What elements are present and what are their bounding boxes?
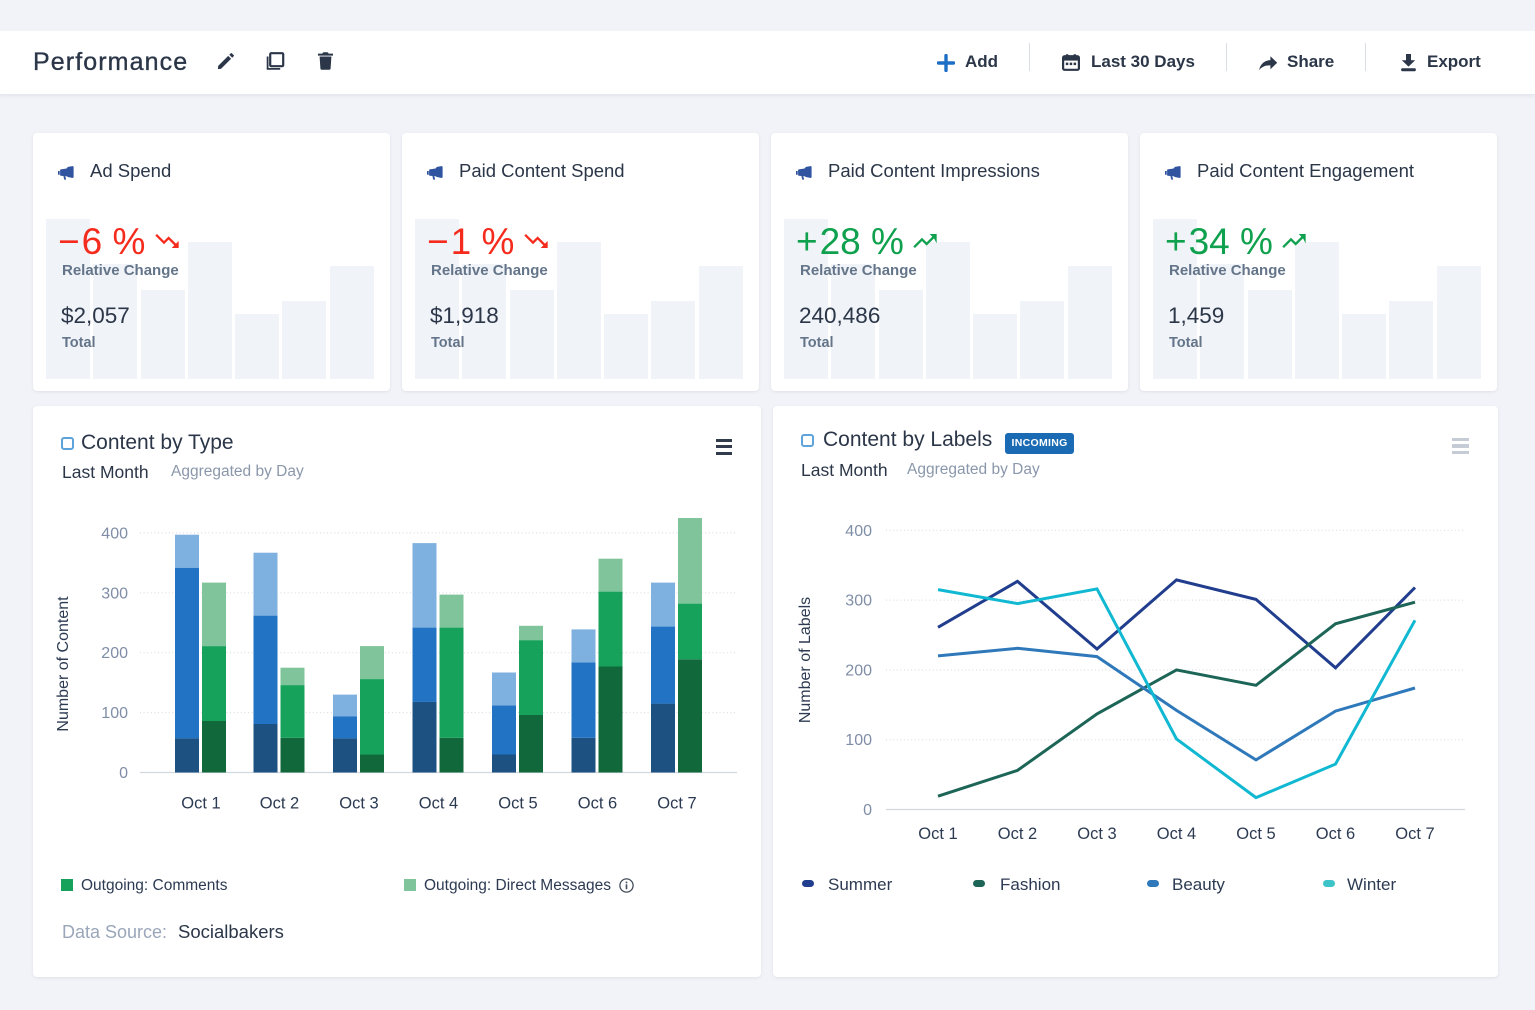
svg-text:Oct 7: Oct 7 bbox=[1395, 825, 1434, 843]
svg-text:Number of Labels: Number of Labels bbox=[797, 597, 814, 723]
svg-text:Oct 3: Oct 3 bbox=[1077, 825, 1116, 843]
svg-text:Oct 4: Oct 4 bbox=[1157, 825, 1196, 843]
svg-text:200: 200 bbox=[845, 662, 872, 679]
svg-text:Oct 5: Oct 5 bbox=[498, 795, 537, 813]
svg-text:300: 300 bbox=[845, 593, 872, 610]
svg-text:Oct 6: Oct 6 bbox=[1316, 825, 1355, 843]
svg-text:Oct 1: Oct 1 bbox=[918, 825, 957, 843]
svg-text:100: 100 bbox=[101, 705, 128, 722]
svg-text:100: 100 bbox=[845, 732, 872, 749]
svg-text:Oct 3: Oct 3 bbox=[339, 795, 378, 813]
svg-text:Oct 1: Oct 1 bbox=[181, 795, 220, 813]
svg-text:Oct 2: Oct 2 bbox=[260, 795, 299, 813]
svg-text:Oct 4: Oct 4 bbox=[419, 795, 458, 813]
svg-text:300: 300 bbox=[101, 585, 128, 602]
svg-text:Oct 2: Oct 2 bbox=[998, 825, 1037, 843]
svg-text:400: 400 bbox=[101, 525, 128, 542]
svg-text:200: 200 bbox=[101, 645, 128, 662]
svg-text:0: 0 bbox=[863, 802, 872, 819]
svg-text:Oct 7: Oct 7 bbox=[657, 795, 696, 813]
svg-text:400: 400 bbox=[845, 523, 872, 540]
svg-text:0: 0 bbox=[119, 765, 128, 782]
svg-text:Oct 6: Oct 6 bbox=[578, 795, 617, 813]
svg-text:Number of Content: Number of Content bbox=[55, 596, 72, 732]
svg-text:Oct 5: Oct 5 bbox=[1236, 825, 1275, 843]
